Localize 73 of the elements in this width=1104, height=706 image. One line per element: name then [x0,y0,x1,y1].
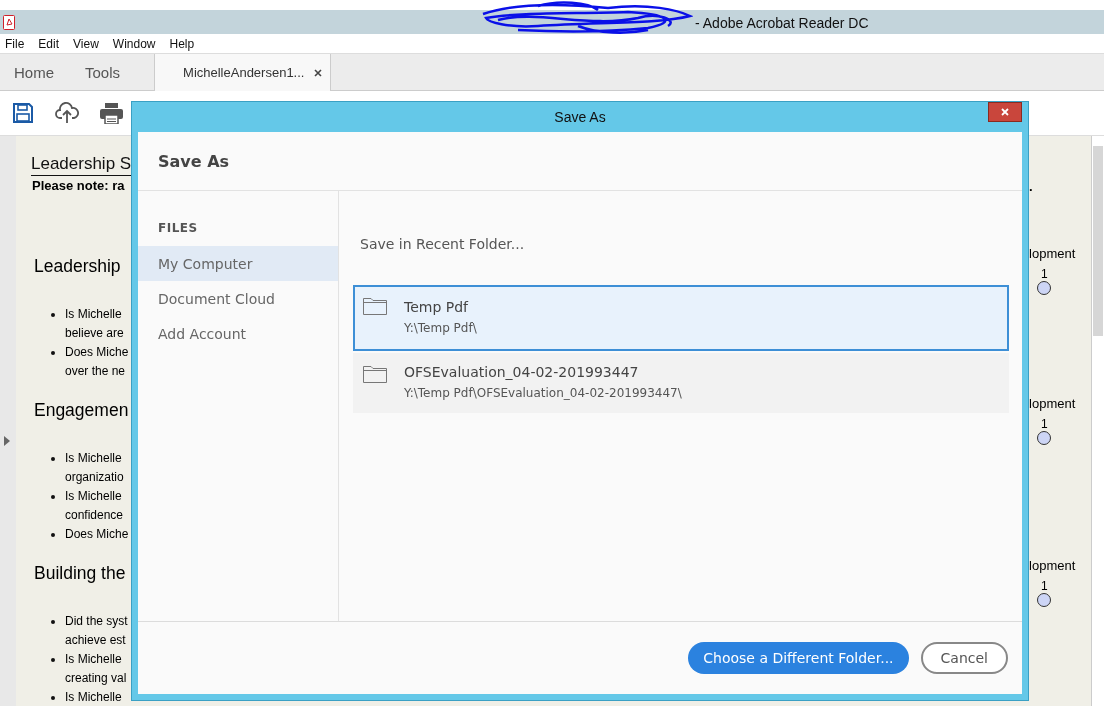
choose-folder-button[interactable]: Choose a Different Folder... [688,642,909,674]
bullet-icon [51,457,55,461]
folder-path: Y:\Temp Pdf\ [404,321,477,335]
question-text: over the ne [65,363,127,380]
rating-number: 1 [1041,267,1048,281]
print-icon[interactable] [100,102,123,124]
nav-tab[interactable]: Home [0,54,69,90]
menu-item[interactable]: View [73,36,99,51]
location-item[interactable]: My Computer [138,246,338,281]
location-item[interactable]: Add Account [138,316,338,351]
question-text: Is Michelle [65,488,123,505]
section-label: FILES [157,221,199,235]
close-button[interactable] [988,102,1022,122]
section-heading: Leadership [34,256,122,277]
app-icon [3,14,15,30]
bullet-icon [51,696,55,700]
question-text: Is Michelle [65,306,123,323]
bullet-icon [51,533,55,537]
rating-number: 1 [1041,579,1048,593]
menu-item[interactable]: File [5,36,25,51]
column-label: lopment [1029,558,1076,573]
cloud-upload-icon[interactable] [55,101,79,125]
folder-icon [363,296,387,315]
folder-name: OFSEvaluation_04-02-201993447 [404,364,640,380]
folder-icon [363,364,387,383]
menu-item[interactable]: Edit [38,36,60,51]
tab-label[interactable]: MichelleAndersen1... [183,65,305,80]
radio-button[interactable] [1037,593,1052,607]
rating-number: 1 [1041,417,1048,431]
bullet-icon [51,620,55,624]
scrollbar-thumb[interactable] [1093,146,1103,336]
question-text: achieve est [65,632,127,649]
radio-button[interactable] [1037,281,1052,295]
dialog-title: Save As [554,109,606,125]
menu-item[interactable]: Window [112,36,156,51]
location-item[interactable]: Document Cloud [138,281,338,316]
save-icon[interactable] [12,102,34,124]
dialog-heading: Save As [138,132,1022,191]
column-label: lopment [1029,246,1076,261]
column-label: lopment [1029,396,1076,411]
question-text: believe are [65,325,124,342]
close-icon [1001,108,1009,116]
cancel-button[interactable]: Cancel [920,642,1008,674]
question-text: Is Michelle [65,450,123,467]
question-text: Did the syst [65,613,128,630]
document-note: Please note: ra [32,178,126,193]
question-text: Does Miche [65,526,129,543]
question-text: Is Michelle [65,651,123,668]
menu-item[interactable]: Help [169,36,195,51]
document-tab[interactable]: MichelleAndersen1... [154,54,332,91]
folder-row[interactable]: Temp Pdf Y:\Temp Pdf\ [353,285,1009,351]
bullet-icon [51,495,55,499]
folder-name: Temp Pdf [404,299,470,315]
question-text: Does Miche [65,344,129,361]
folder-row[interactable]: OFSEvaluation_04-02-201993447 Y:\Temp Pdf\OFSEvaluation_04-02-201993447\ [353,353,1009,413]
section-heading: Engagemen [34,400,130,421]
question-text: creating val [65,670,127,687]
question-text: confidence [65,507,124,524]
punctuation-mark: . [1029,180,1034,194]
close-icon[interactable] [314,68,323,77]
bullet-icon [51,351,55,355]
recent-folder-label: Save in Recent Folder... [360,236,526,252]
scrollbar[interactable] [1091,136,1104,706]
bullet-icon [51,313,55,317]
question-text: organizatio [65,469,124,486]
expand-arrow-icon[interactable] [4,436,10,446]
question-text: Is Michelle [65,689,122,706]
folder-path: Y:\Temp Pdf\OFSEvaluation_04-02-201993447\ [404,386,682,400]
window-title: - Adobe Acrobat Reader DC [695,14,869,31]
section-heading: Building the [34,563,127,584]
nav-tab[interactable]: Tools [69,54,155,90]
radio-button[interactable] [1037,431,1052,445]
bullet-icon [51,658,55,662]
